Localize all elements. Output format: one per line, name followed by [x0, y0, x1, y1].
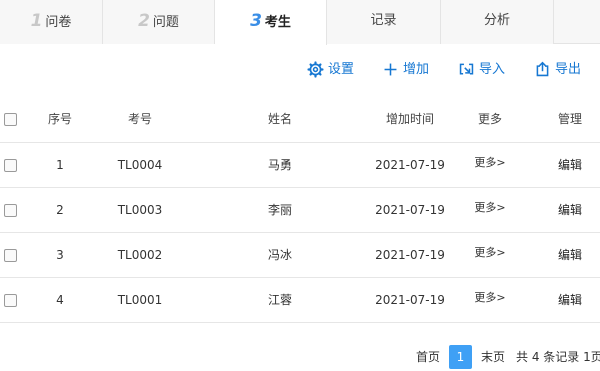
select-all-checkbox[interactable] [4, 113, 17, 126]
more-link[interactable]: 更多> [474, 246, 505, 259]
edit-link[interactable]: 编辑 [558, 203, 582, 217]
edit-cell: 编辑 [545, 143, 595, 187]
pagination: 首页 1 末页 共 4 条记录 1页 [0, 345, 600, 369]
current-page-button[interactable]: 1 [449, 345, 472, 369]
header-no: 序号 [47, 112, 72, 126]
more-cell: 更多> [465, 278, 515, 322]
tab-questions[interactable]: 2 问题 [103, 0, 215, 44]
edit-link[interactable]: 编辑 [558, 248, 582, 262]
edit-cell: 编辑 [545, 233, 595, 277]
import-label: 导入 [479, 62, 506, 77]
header-time: 增加时间 [385, 112, 434, 126]
import-icon [459, 63, 474, 75]
tab-questionnaire[interactable]: 1 问卷 [0, 0, 103, 44]
last-page-link[interactable]: 末页 [481, 345, 505, 369]
row-time: 2021-07-19 [375, 203, 445, 217]
row-name: 李丽 [267, 203, 292, 217]
table-row: 4 TL0001 江蓉 2021-07-19 更多> 编辑 [0, 278, 600, 323]
edit-cell: 编辑 [545, 188, 595, 232]
first-page-link[interactable]: 首页 [416, 345, 440, 369]
row-time: 2021-07-19 [375, 158, 445, 172]
record-summary: 共 4 条记录 1页 [516, 350, 600, 364]
tab-bar: 1 问卷 2 问题 3 考生 记录 分析 [0, 0, 600, 45]
table-row: 2 TL0003 李丽 2021-07-19 更多> 编辑 [0, 188, 600, 233]
add-label: 增加 [403, 62, 430, 77]
plus-icon [384, 63, 397, 76]
row-name: 江蓉 [267, 293, 292, 307]
tab-number: 2 [138, 11, 150, 31]
tab-examinees[interactable]: 3 考生 [215, 0, 327, 45]
tab-number: 1 [30, 11, 43, 31]
settings-button[interactable]: 设置 [307, 58, 357, 82]
row-time: 2021-07-19 [375, 248, 445, 262]
more-link[interactable]: 更多> [474, 291, 505, 304]
row-no: 3 [56, 248, 64, 262]
row-code: TL0004 [117, 158, 163, 172]
header-more: 更多 [477, 112, 502, 126]
row-no: 2 [56, 203, 64, 217]
export-button[interactable]: 导出 [534, 58, 584, 82]
tab-records[interactable]: 记录 [327, 0, 441, 44]
row-checkbox[interactable] [4, 294, 17, 307]
tab-label: 考生 [264, 15, 291, 30]
header-name: 姓名 [267, 112, 292, 126]
row-checkbox[interactable] [4, 249, 17, 262]
add-button[interactable]: 增加 [382, 58, 432, 82]
row-time: 2021-07-19 [375, 293, 445, 307]
more-cell: 更多> [465, 233, 515, 277]
more-cell: 更多> [465, 188, 515, 232]
table-row: 1 TL0004 马勇 2021-07-19 更多> 编辑 [0, 143, 600, 188]
row-no: 1 [56, 158, 64, 172]
export-icon [536, 61, 549, 77]
row-code: TL0002 [117, 248, 163, 262]
edit-link[interactable]: 编辑 [558, 158, 582, 172]
more-cell: 更多> [465, 143, 515, 187]
examinee-table: 序号 考号 姓名 增加时间 更多 管理 1 TL0004 马勇 2021-07-… [0, 97, 600, 323]
row-no: 4 [56, 293, 64, 307]
more-link[interactable]: 更多> [474, 201, 505, 214]
tab-analysis[interactable]: 分析 [441, 0, 554, 44]
export-label: 导出 [555, 62, 582, 77]
settings-label: 设置 [328, 62, 355, 77]
tab-number: 3 [250, 11, 262, 31]
row-code: TL0003 [117, 203, 163, 217]
header-manage: 管理 [557, 112, 582, 126]
row-checkbox[interactable] [4, 159, 17, 172]
more-link[interactable]: 更多> [474, 156, 505, 169]
row-checkbox[interactable] [4, 204, 17, 217]
gear-icon [307, 61, 324, 78]
table-header-row: 序号 考号 姓名 增加时间 更多 管理 [0, 97, 600, 143]
tab-label: 分析 [483, 13, 510, 28]
table-row: 3 TL0002 冯冰 2021-07-19 更多> 编辑 [0, 233, 600, 278]
tab-label: 记录 [370, 13, 397, 28]
edit-link[interactable]: 编辑 [558, 293, 582, 307]
header-code: 考号 [127, 112, 152, 126]
row-code: TL0001 [117, 293, 163, 307]
import-button[interactable]: 导入 [458, 58, 508, 82]
row-name: 马勇 [267, 158, 292, 172]
tab-label: 问卷 [45, 15, 72, 30]
tab-label: 问题 [152, 15, 179, 30]
edit-cell: 编辑 [545, 278, 595, 322]
row-name: 冯冰 [267, 248, 292, 262]
